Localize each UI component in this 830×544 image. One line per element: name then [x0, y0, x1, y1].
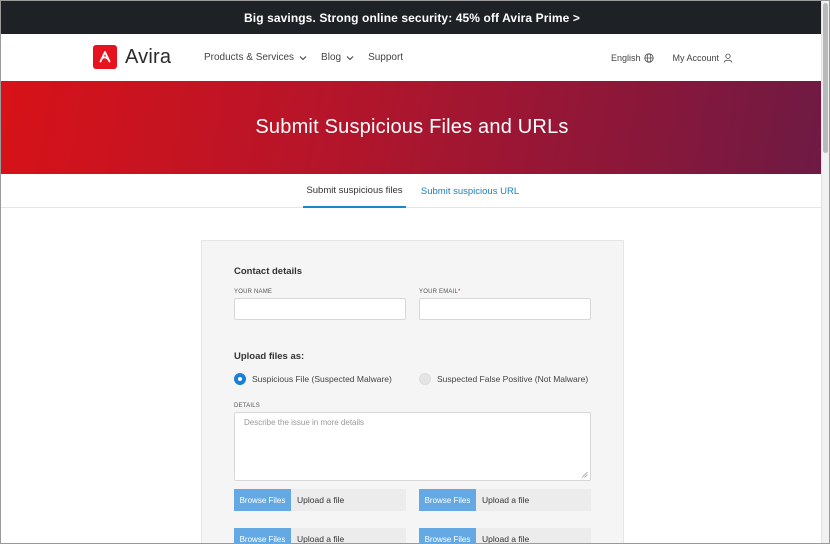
language-selector[interactable]: English	[611, 53, 655, 63]
radio-selected-icon[interactable]	[234, 373, 246, 385]
tab-submit-url[interactable]: Submit suspicious URL	[415, 174, 525, 208]
file-upload-3: Browse Files Upload a file	[234, 528, 406, 544]
radio-suspicious-file-label: Suspicious File (Suspected Malware)	[252, 374, 392, 384]
file-upload-4: Browse Files Upload a file	[419, 528, 591, 544]
page-scrollbar[interactable]	[821, 1, 829, 543]
promo-text[interactable]: Big savings. Strong online security: 45%…	[244, 11, 580, 25]
scrollbar-thumb[interactable]	[823, 3, 828, 153]
hero-banner: Submit Suspicious Files and URLs	[1, 81, 823, 174]
nav-blog[interactable]: Blog	[321, 52, 354, 63]
nav-support[interactable]: Support	[368, 52, 403, 63]
file-upload-1: Browse Files Upload a file	[234, 489, 406, 511]
nav-products-label: Products & Services	[204, 52, 295, 63]
name-label: YOUR NAME	[234, 289, 273, 295]
name-input[interactable]	[234, 298, 406, 320]
upload-file-text: Upload a file	[482, 495, 530, 505]
my-account-link[interactable]: My Account	[672, 53, 733, 63]
upload-file-text: Upload a file	[482, 534, 530, 544]
contact-details-heading: Contact details	[234, 266, 303, 277]
file-upload-2: Browse Files Upload a file	[419, 489, 591, 511]
browser-viewport: Big savings. Strong online security: 45%…	[0, 0, 830, 544]
details-textarea[interactable]: Describe the issue in more details	[234, 412, 591, 481]
details-label: DETAILS	[234, 403, 260, 409]
upload-files-heading: Upload files as:	[234, 351, 305, 362]
chevron-down-icon	[299, 55, 307, 60]
language-label: English	[610, 52, 641, 63]
top-navigation: Avira Products & Services Blog Support E…	[1, 34, 823, 81]
user-icon	[723, 53, 733, 63]
globe-icon	[644, 52, 655, 63]
required-marker: *	[458, 289, 461, 295]
email-input[interactable]	[419, 298, 591, 320]
upload-file-text: Upload a file	[297, 495, 345, 505]
my-account-label: My Account	[672, 52, 719, 63]
browse-files-button[interactable]: Browse Files	[419, 528, 476, 543]
browse-files-button[interactable]: Browse Files	[234, 489, 291, 511]
browse-files-button[interactable]: Browse Files	[419, 489, 476, 511]
logo-wordmark: Avira	[125, 45, 172, 68]
avira-umbrella-icon	[93, 45, 117, 69]
radio-unselected-icon[interactable]	[419, 373, 431, 385]
radio-false-positive[interactable]: Suspected False Positive (Not Malware)	[419, 373, 588, 385]
promo-banner[interactable]: Big savings. Strong online security: 45%…	[1, 1, 823, 34]
nav-products-services[interactable]: Products & Services	[204, 52, 307, 63]
main-menu: Products & Services Blog Support	[204, 34, 417, 81]
radio-suspicious-file[interactable]: Suspicious File (Suspected Malware)	[234, 373, 392, 385]
nav-utilities: English My Account	[593, 34, 733, 81]
nav-blog-label: Blog	[321, 52, 342, 63]
resize-handle-icon[interactable]	[581, 471, 588, 478]
submission-form: Contact details YOUR NAME YOUR EMAIL* Up…	[201, 240, 624, 544]
submission-tabs: Submit suspicious files Submit suspiciou…	[1, 174, 823, 208]
tab-submit-files[interactable]: Submit suspicious files	[303, 174, 406, 208]
avira-logo[interactable]: Avira	[93, 45, 171, 69]
chevron-down-icon	[346, 55, 354, 60]
email-label: YOUR EMAIL*	[419, 289, 461, 295]
page-title: Submit Suspicious Files and URLs	[255, 116, 569, 138]
browse-files-button[interactable]: Browse Files	[234, 528, 291, 543]
details-placeholder: Describe the issue in more details	[244, 418, 365, 427]
radio-false-positive-label: Suspected False Positive (Not Malware)	[437, 374, 589, 384]
upload-file-text: Upload a file	[297, 534, 345, 544]
nav-support-label: Support	[368, 52, 404, 63]
